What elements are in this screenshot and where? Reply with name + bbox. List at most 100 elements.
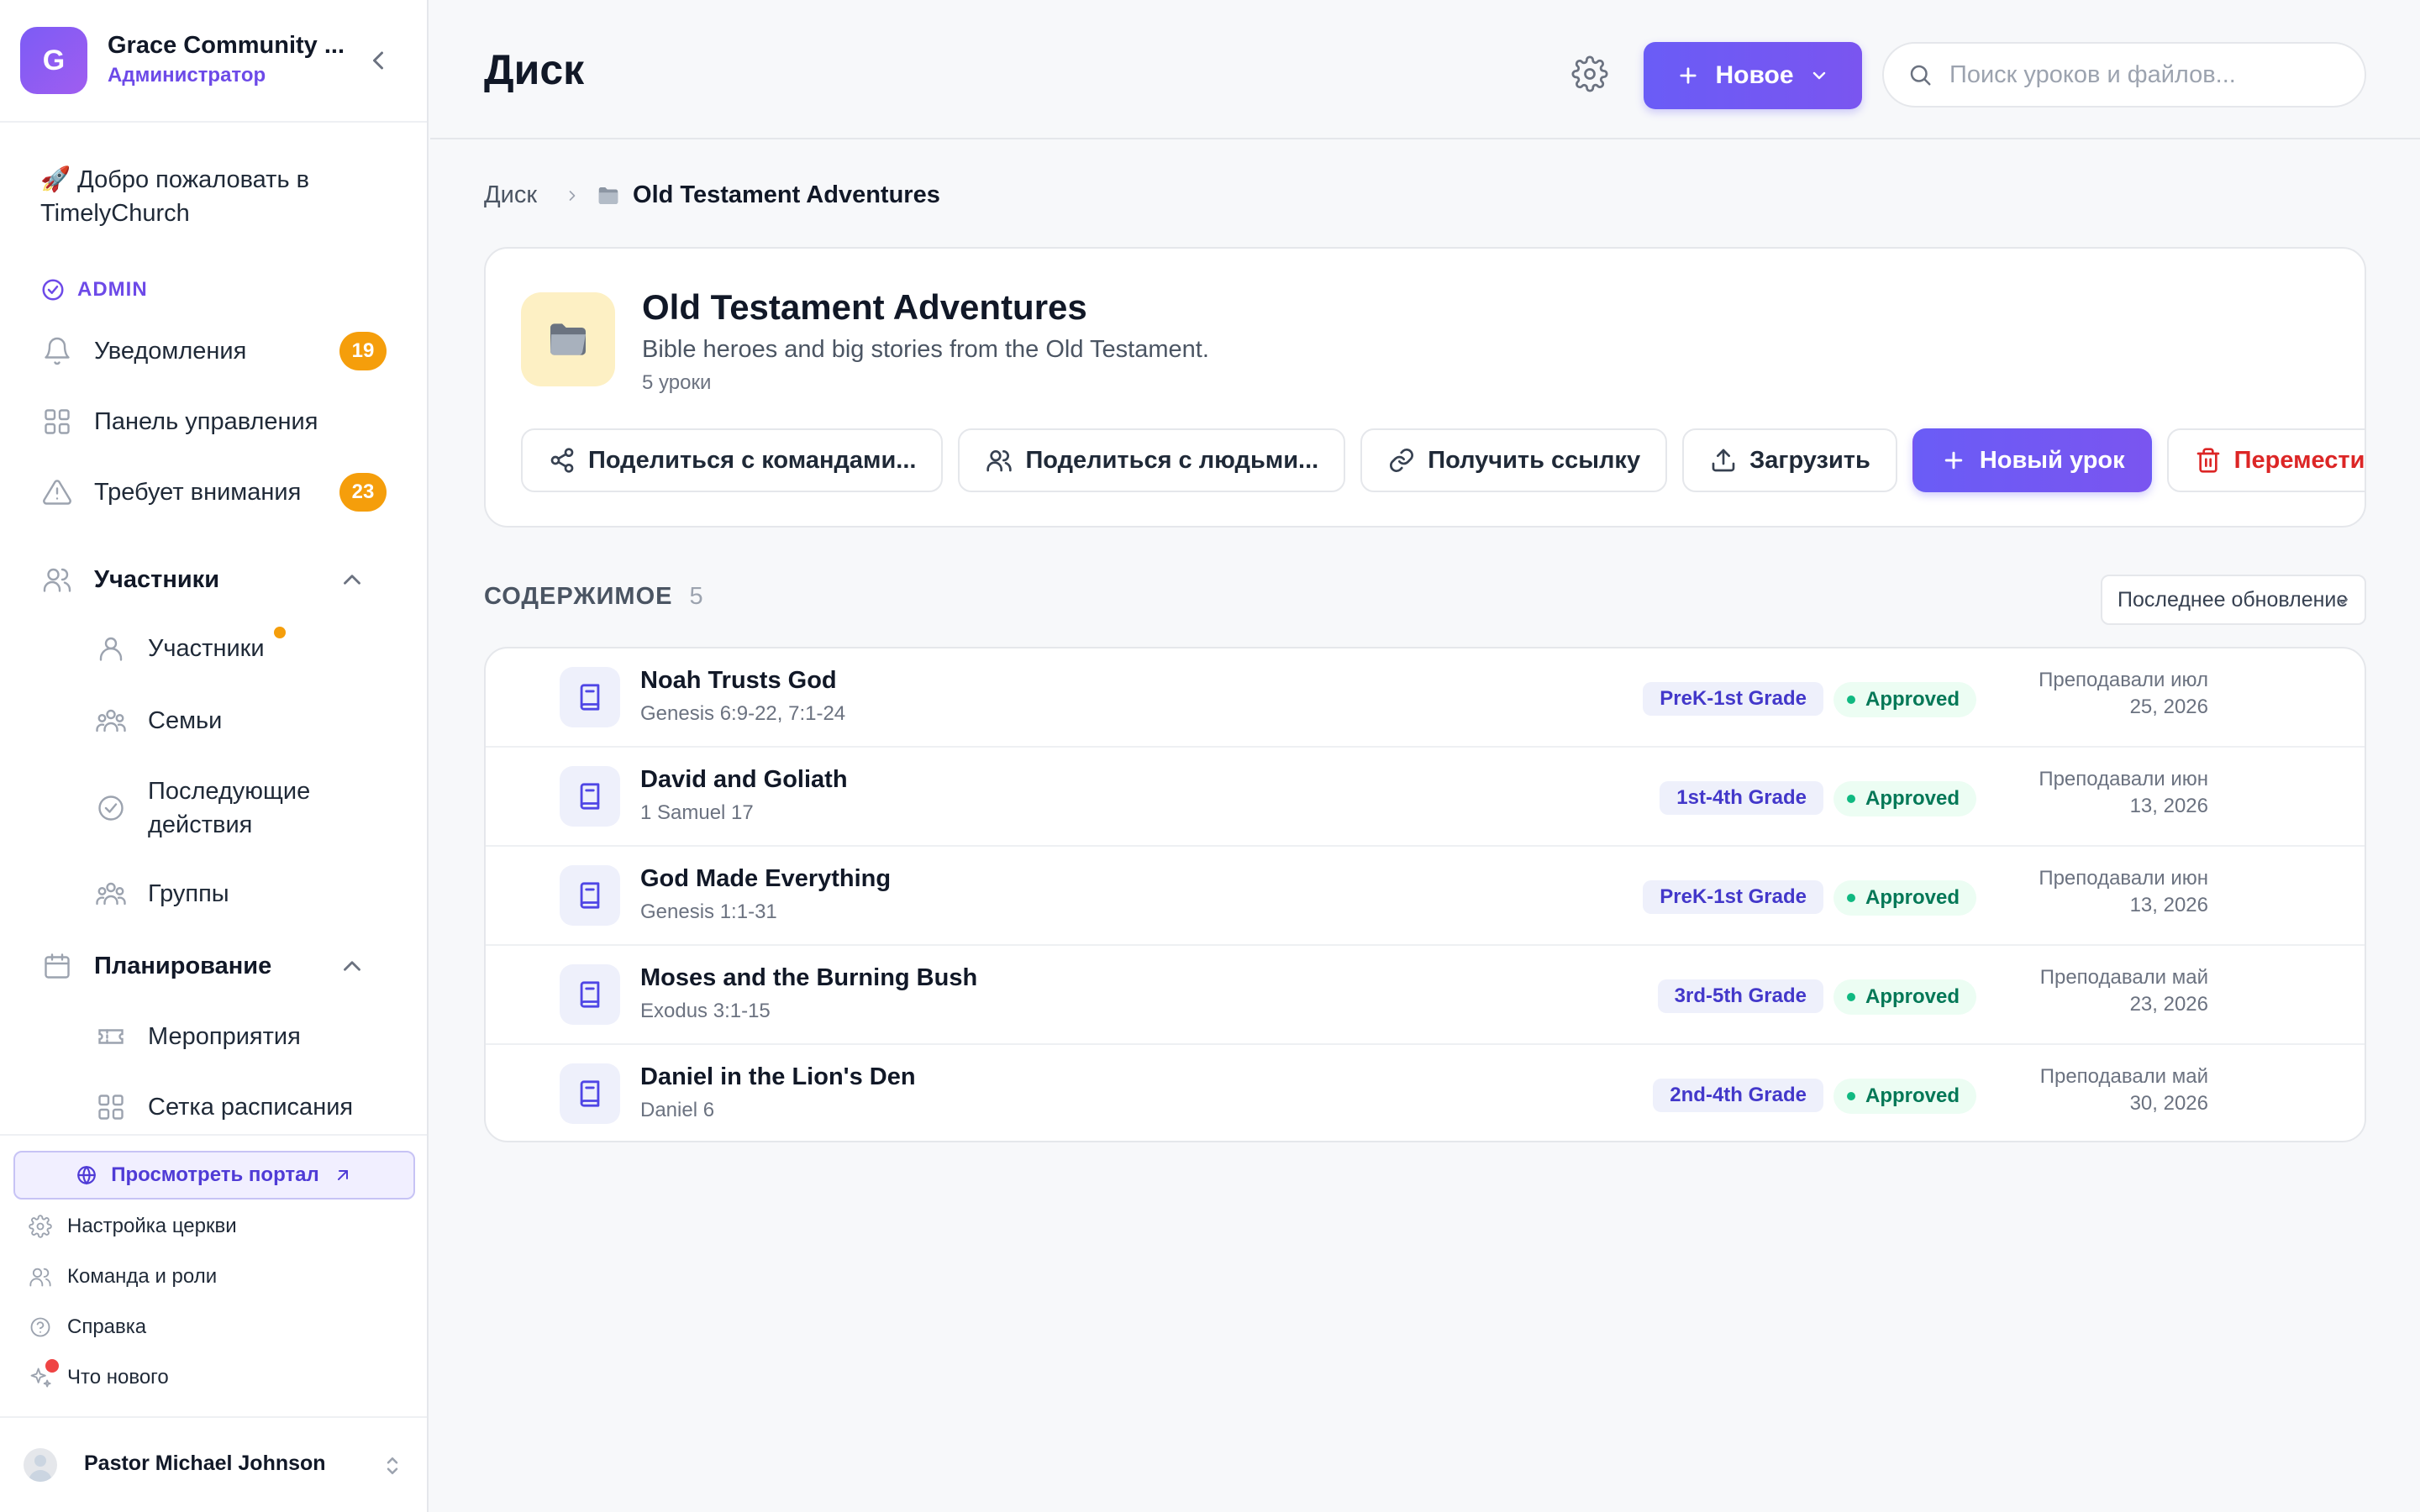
book-icon (560, 1063, 620, 1124)
org-header[interactable]: G Grace Community ... Администратор (0, 0, 427, 123)
sidebar-item-label: Группы (148, 880, 229, 907)
help-link[interactable]: Справка (27, 1314, 146, 1341)
sidebar-item-label: Сетка расписания (148, 1094, 354, 1121)
book-icon (560, 667, 620, 727)
user-icon (94, 632, 128, 665)
contents-count: 5 (689, 583, 704, 610)
status-badge: Approved (1833, 880, 1977, 916)
chevron-up-icon[interactable] (338, 565, 366, 594)
last-taught-line2: 13, 2026 (2129, 795, 2208, 817)
status-label: Approved (1865, 688, 1960, 711)
move-to-trash-button[interactable]: Переместить в корзину (2166, 428, 2365, 492)
sidebar-item-attention[interactable]: Требует внимания 23 (40, 467, 393, 517)
new-lesson-button[interactable]: Новый урок (1912, 428, 2152, 492)
sidebar-item-followups[interactable]: Последующие действия (94, 774, 397, 842)
sidebar-item-groups[interactable]: Группы (94, 877, 397, 911)
lesson-title: Noah Trusts God (640, 667, 837, 694)
get-link-button[interactable]: Получить ссылку (1360, 428, 1668, 492)
sidebar-item-label: Требует внимания (94, 478, 302, 506)
lesson-scripture: Genesis 1:1-31 (640, 900, 777, 923)
last-taught: Преподавали май 23, 2026 (1990, 964, 2208, 1018)
share-icon (548, 446, 576, 475)
search-input[interactable] (1949, 60, 2353, 89)
sidebar-item-notifications[interactable]: Уведомления 19 (40, 326, 393, 376)
check-circle-icon (40, 277, 66, 302)
last-taught-line1: Преподавали май (2039, 966, 2208, 989)
sidebar-item-members[interactable]: Участники (94, 632, 397, 665)
warning-icon (40, 475, 74, 509)
gear-icon[interactable] (1571, 55, 1608, 92)
sidebar-item-label: Последующие действия (148, 778, 311, 838)
sort-select-value: Последнее обновление (2118, 587, 2349, 612)
whats-new-indicator-dot (45, 1359, 59, 1373)
sidebar-item-label: Панель управления (94, 407, 318, 435)
book-icon (560, 964, 620, 1025)
view-portal-label: Просмотреть портал (111, 1163, 319, 1186)
admin-label: ADMIN (40, 277, 148, 302)
user-menu[interactable]: Pastor Michael Johnson (0, 1416, 427, 1512)
collapse-sidebar-icon[interactable] (363, 45, 393, 76)
folder-icon (596, 183, 621, 208)
last-taught-line1: Преподавали июн (2039, 867, 2208, 890)
breadcrumb-root-link[interactable]: Диск (484, 181, 537, 209)
book-icon (560, 865, 620, 926)
lesson-title: Moses and the Burning Bush (640, 964, 978, 991)
footer-link-label: Команда и роли (67, 1265, 218, 1288)
last-taught-line2: 23, 2026 (2129, 993, 2208, 1016)
trash-icon (2194, 446, 2223, 475)
welcome-link[interactable]: 🚀 Добро пожаловать в TimelyChurch (40, 163, 393, 230)
bell-icon (40, 334, 74, 368)
table-row[interactable]: Daniel in the Lion's Den Daniel 6 2nd-4t… (486, 1045, 2365, 1141)
footer-link-label: Справка (67, 1315, 147, 1338)
family-icon (94, 704, 128, 738)
sidebar: G Grace Community ... Администратор 🚀 До… (0, 0, 429, 1512)
team-roles-link[interactable]: Команда и роли (27, 1263, 217, 1290)
footer-link-label: Что нового (67, 1366, 169, 1389)
status-dot (1847, 894, 1855, 902)
status-dot (1847, 795, 1855, 803)
sidebar-item-events[interactable]: Мероприятия (94, 1020, 397, 1053)
chevron-up-icon[interactable] (338, 952, 366, 980)
new-button[interactable]: Новое (1644, 42, 1862, 109)
folder-actions: Поделиться с командами... Поделиться с л… (521, 428, 2365, 492)
grade-badge: 3rd-5th Grade (1657, 979, 1823, 1013)
breadcrumb-current: Old Testament Adventures (633, 181, 940, 208)
notifications-count-badge: 19 (339, 332, 387, 370)
share-with-teams-label: Поделиться с командами... (588, 446, 917, 474)
lesson-list: Noah Trusts God Genesis 6:9-22, 7:1-24 P… (484, 647, 2366, 1142)
footer-link-label: Настройка церкви (67, 1215, 237, 1237)
move-to-trash-label: Переместить в корзину (2233, 446, 2365, 474)
sidebar-item-schedule-grid[interactable]: Сетка расписания (94, 1090, 397, 1124)
table-row[interactable]: Moses and the Burning Bush Exodus 3:1-15… (486, 946, 2365, 1045)
upload-icon (1709, 446, 1738, 475)
calendar-icon (40, 949, 74, 983)
lesson-scripture: Genesis 6:9-22, 7:1-24 (640, 702, 846, 725)
share-with-people-button[interactable]: Поделиться с людьми... (958, 428, 1346, 492)
last-taught-line1: Преподавали июл (2039, 669, 2208, 691)
gear-icon (27, 1213, 54, 1240)
table-row[interactable]: God Made Everything Genesis 1:1-31 PreK-… (486, 847, 2365, 946)
church-settings-link[interactable]: Настройка церкви (27, 1213, 237, 1240)
sidebar-item-label: Уведомления (94, 337, 247, 365)
sidebar-item-families[interactable]: Семьи (94, 704, 397, 738)
sidebar-item-dashboard[interactable]: Панель управления (40, 396, 393, 447)
upload-button[interactable]: Загрузить (1682, 428, 1897, 492)
new-button-label: Новое (1715, 61, 1794, 89)
contents-heading: СОДЕРЖИМОЕ 5 (484, 583, 704, 611)
search-box[interactable] (1882, 42, 2366, 108)
view-portal-button[interactable]: Просмотреть портал (13, 1151, 415, 1200)
status-label: Approved (1865, 1084, 1960, 1107)
sidebar-section-planning[interactable]: Планирование (40, 941, 393, 991)
sort-select[interactable]: Последнее обновление (2101, 575, 2366, 625)
last-taught-line2: 25, 2026 (2129, 696, 2208, 718)
lesson-scripture: 1 Samuel 17 (640, 801, 754, 824)
lesson-title: David and Goliath (640, 766, 848, 793)
last-taught: Преподавали май 30, 2026 (1990, 1063, 2208, 1117)
sidebar-section-members[interactable]: Участники (40, 554, 393, 605)
table-row[interactable]: David and Goliath 1 Samuel 17 1st-4th Gr… (486, 748, 2365, 847)
table-row[interactable]: Noah Trusts God Genesis 6:9-22, 7:1-24 P… (486, 648, 2365, 748)
share-with-teams-button[interactable]: Поделиться с командами... (521, 428, 944, 492)
chevron-up-down-icon[interactable] (380, 1452, 405, 1480)
ticket-icon (94, 1020, 128, 1053)
last-taught-line1: Преподавали июн (2039, 768, 2208, 790)
